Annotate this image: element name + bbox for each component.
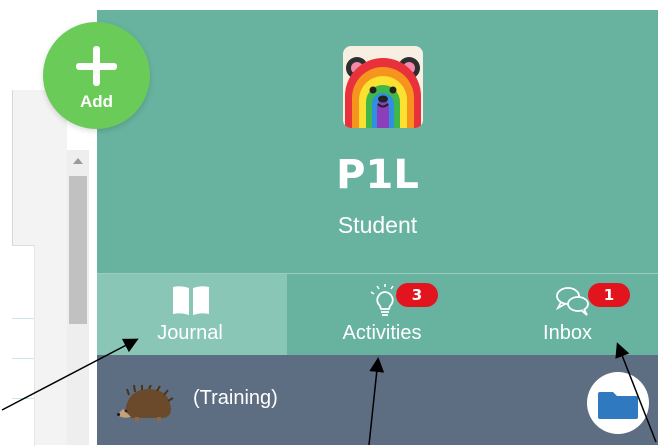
tab-journal[interactable]: Journal: [97, 274, 287, 356]
scroll-up-arrow-icon[interactable]: [73, 158, 83, 164]
add-button-label: Add: [79, 92, 114, 111]
rainbow-bear-avatar: [343, 46, 423, 128]
tab-activities[interactable]: 3 Activities: [287, 274, 477, 356]
scrollbar-thumb[interactable]: [69, 176, 87, 324]
tab-bar: Journal 3 Activities 1 Inbox: [97, 273, 658, 356]
training-label: (Training): [193, 387, 278, 409]
activities-count-badge: 3: [396, 283, 438, 307]
background-card: [12, 245, 35, 446]
add-button[interactable]: Add: [43, 22, 150, 129]
tab-inbox[interactable]: 1 Inbox: [477, 274, 658, 356]
folder-icon: [598, 392, 638, 419]
plus-icon-bar: [76, 63, 117, 70]
profile-name: P1L: [336, 152, 419, 198]
background-card-line: [12, 398, 34, 399]
tab-journal-label: Journal: [157, 322, 223, 344]
profile-panel: P1L Student Journal 3 Activities 1 Inbox…: [97, 10, 658, 445]
profile-role: Student: [337, 212, 418, 238]
folder-button[interactable]: [587, 372, 649, 434]
background-card-line: [12, 358, 34, 359]
inbox-count-badge: 1: [588, 283, 630, 307]
book-icon: [173, 286, 209, 315]
hedgehog-icon: [117, 385, 174, 422]
account-footer: (Training): [97, 355, 658, 445]
background-card-line: [12, 318, 34, 319]
tab-activities-label: Activities: [342, 322, 422, 344]
tab-inbox-label: Inbox: [543, 322, 592, 344]
chat-bubbles-icon: [555, 287, 589, 316]
